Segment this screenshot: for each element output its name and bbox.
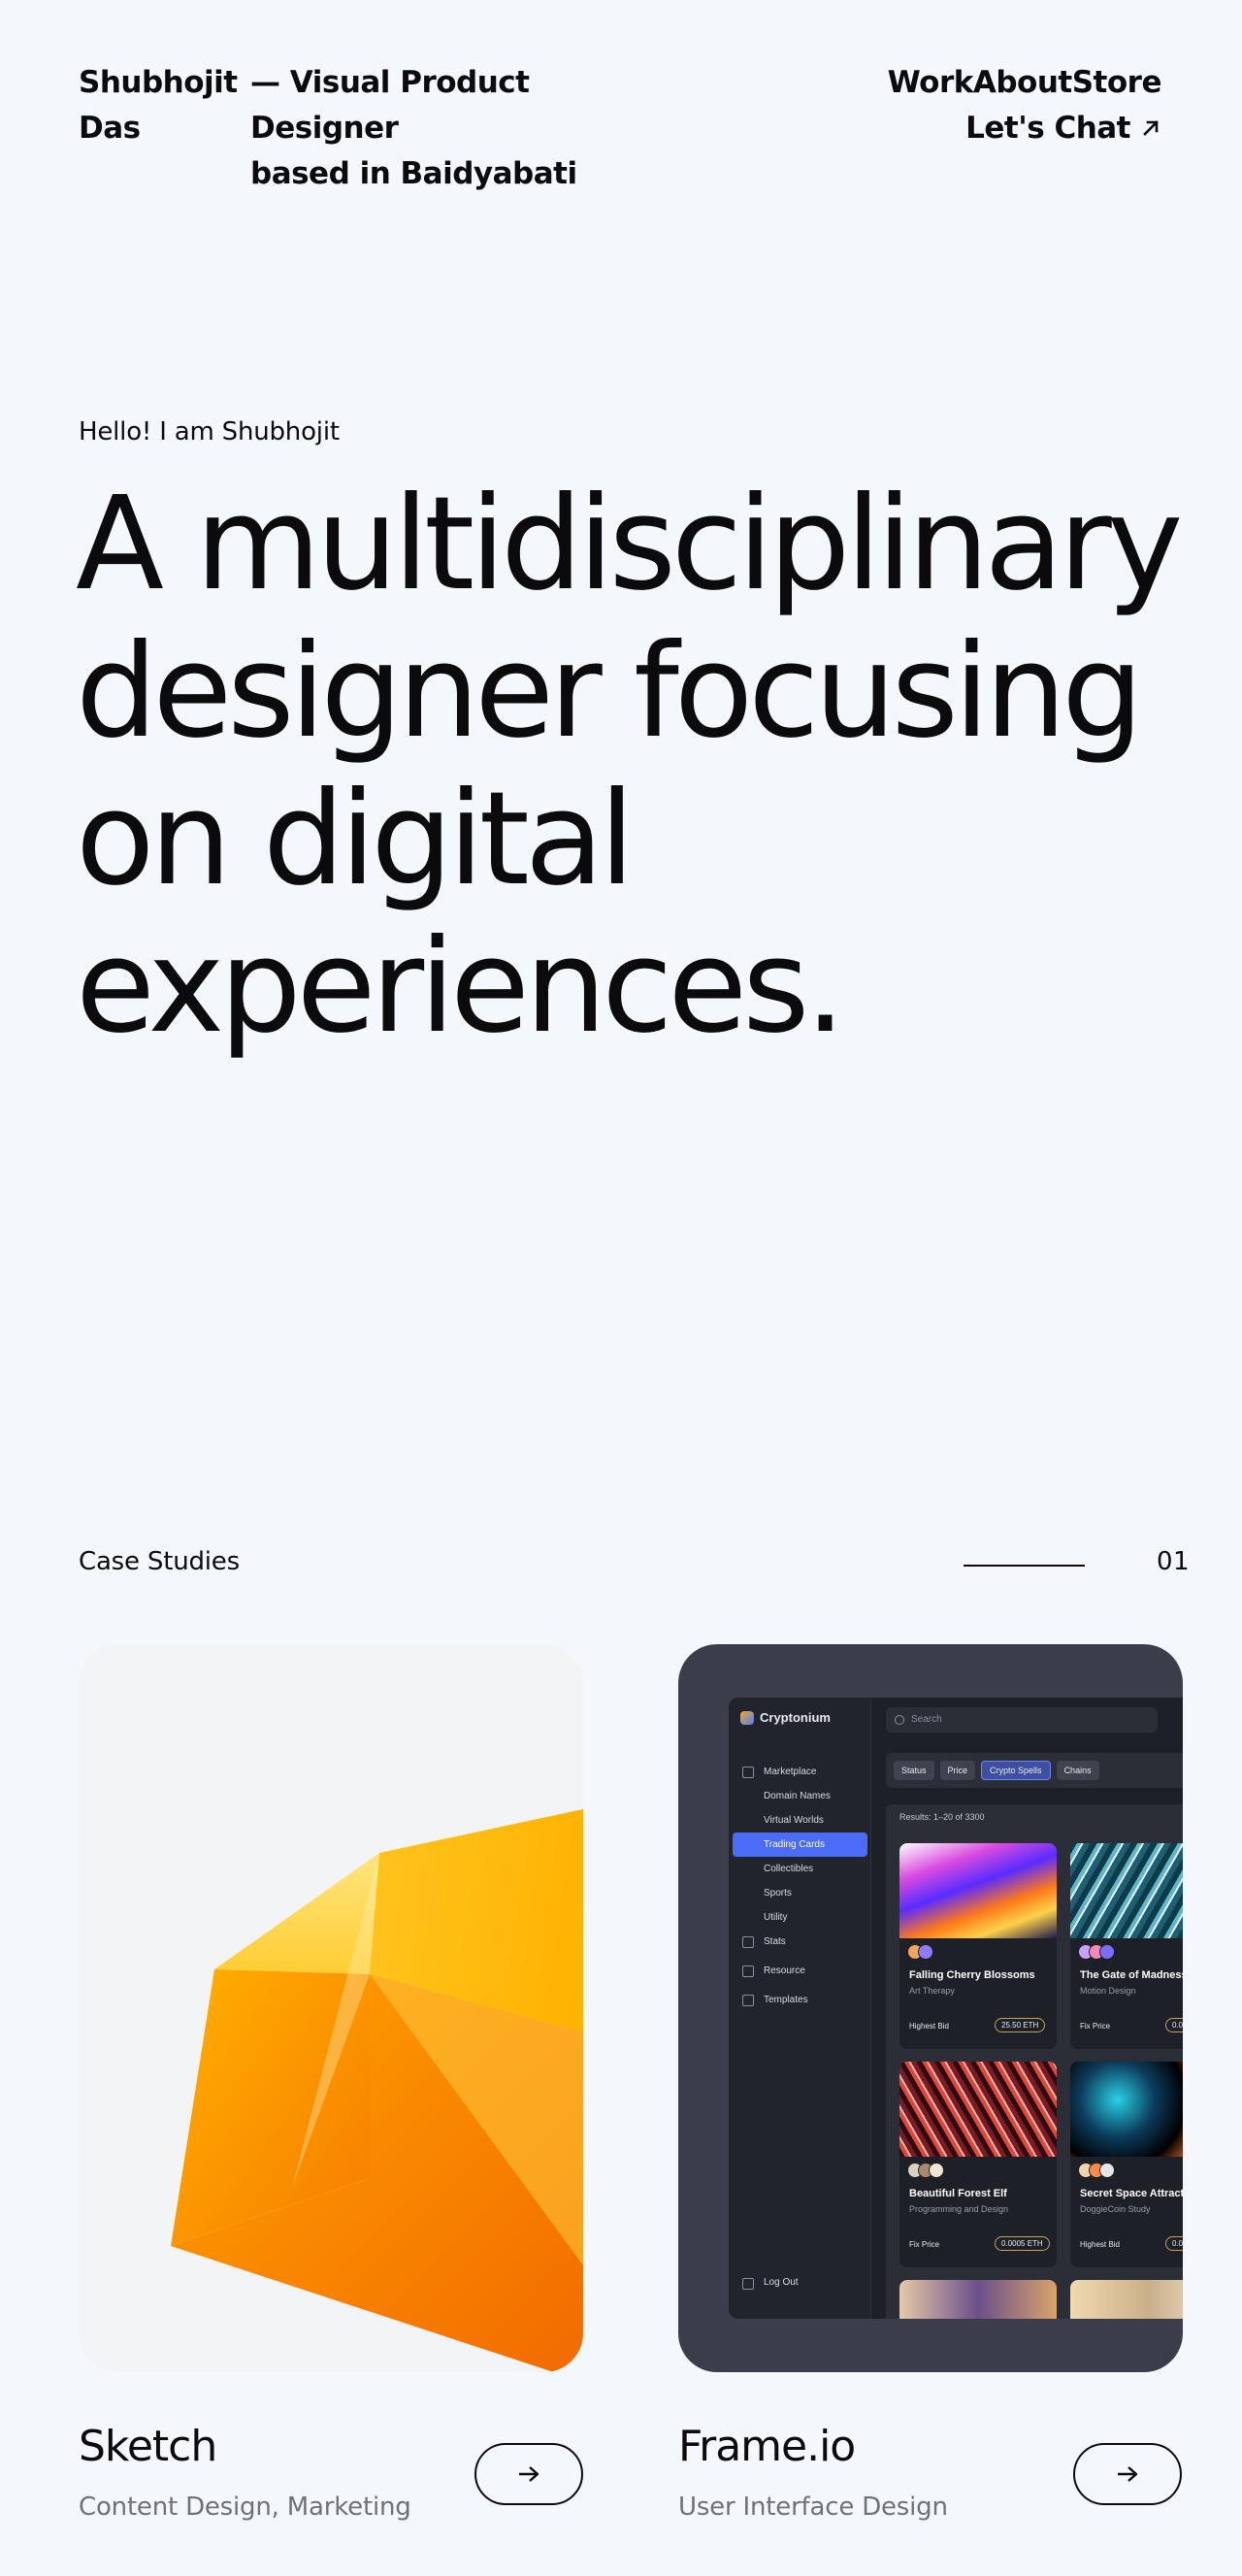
mock-logo-icon <box>740 1710 754 1725</box>
open-sketch-case-study-button[interactable] <box>474 2443 583 2505</box>
mock-nav: Marketplace Domain Names Virtual Worlds … <box>729 1760 871 2012</box>
nft-subtitle: Programming and Design <box>909 2204 1009 2214</box>
case-study-subtitle-frameio: User Interface Design <box>678 2493 948 2522</box>
nft-price: 0.0 <box>1165 2018 1183 2032</box>
mock-filter-status: Status <box>894 1761 934 1780</box>
mock-nav-stats: Stats <box>729 1930 871 1954</box>
avatar-group <box>907 1944 933 1960</box>
case-study-card-frameio[interactable]: Cryptonium Marketplace Domain Names Virt… <box>678 1644 1183 2372</box>
mock-results: Results: 1–20 of 3300 Falling Cherry Blo… <box>886 1804 1183 2319</box>
nav-chat-label: Let's Chat <box>965 111 1130 146</box>
nft-title: Secret Space Attraction <box>1080 2188 1183 2199</box>
mock-nav-collectibles: Collectibles <box>764 1864 814 1874</box>
arrow-right-icon <box>519 2466 539 2482</box>
nft-title: Beautiful Forest Elf <box>909 2188 1007 2199</box>
site-brand-name[interactable]: Shubhojit Das <box>79 60 238 151</box>
case-study-title-frameio: Frame.io <box>678 2422 856 2471</box>
mock-nft-card: The Gate of Madness Motion Design Fix Pr… <box>1070 1843 1183 2049</box>
mock-brand: Cryptonium <box>760 1710 831 1725</box>
mock-nav-sports: Sports <box>764 1888 792 1899</box>
arrow-right-icon <box>1118 2466 1138 2482</box>
case-study-card-sketch[interactable] <box>79 1644 583 2372</box>
case-study-title-sketch: Sketch <box>79 2422 217 2471</box>
tagline-line1: — Visual Product Designer <box>250 65 530 146</box>
nft-art-partial <box>1070 2280 1183 2319</box>
mock-filter-chains: Chains <box>1056 1761 1099 1780</box>
avatar-group <box>1078 1944 1115 1960</box>
nav-link-about[interactable]: About <box>973 60 1072 106</box>
nft-art <box>899 1843 1057 1938</box>
mock-filters: Status Price Crypto Spells Chains <box>886 1753 1183 1788</box>
mock-logo: Cryptonium <box>740 1710 831 1725</box>
nft-art <box>1070 2062 1183 2157</box>
mock-search: Search <box>886 1707 1158 1733</box>
arrow-up-right-icon <box>1143 120 1159 136</box>
case-studies-index: 01 <box>1157 1547 1191 1576</box>
mock-nav-virtual-worlds: Virtual Worlds <box>764 1815 824 1826</box>
nft-title: Falling Cherry Blossoms <box>909 1969 1035 1981</box>
nft-price-type: Fix Price <box>909 2240 940 2249</box>
dashboard-mockup: Cryptonium Marketplace Domain Names Virt… <box>729 1698 1183 2319</box>
main-nav: Work About Store Let's Chat <box>735 60 1162 151</box>
avatar-group <box>1078 2163 1115 2178</box>
nav-link-chat[interactable]: Let's Chat <box>735 106 1161 151</box>
nft-subtitle: Motion Design <box>1080 1986 1136 1996</box>
mock-nav-resource: Resource <box>729 1959 871 1983</box>
nft-art <box>1070 1843 1183 1938</box>
mock-nav-trading-cards: Trading Cards <box>733 1833 867 1857</box>
nft-price-type: Fix Price <box>1080 2022 1111 2031</box>
case-study-subtitle-sketch: Content Design, Marketing <box>79 2493 411 2522</box>
case-studies-heading: Case Studies <box>79 1547 240 1576</box>
mock-nav-templates: Templates <box>729 1988 871 2012</box>
mock-filter-crypto-spells: Crypto Spells <box>981 1761 1051 1780</box>
tagline-line2: based in Baidyabati <box>250 156 577 191</box>
nft-price: 0.0005 ETH <box>995 2236 1050 2251</box>
nft-title: The Gate of Madness <box>1080 1969 1183 1981</box>
mock-results-count: Results: 1–20 of 3300 <box>899 1812 985 1822</box>
nav-link-work[interactable]: Work <box>888 60 974 106</box>
mock-nav-marketplace: Marketplace <box>729 1760 871 1784</box>
nav-link-store[interactable]: Store <box>1072 60 1162 106</box>
site-header: Shubhojit Das — Visual Product Designer … <box>79 60 1181 206</box>
mock-nft-card: Secret Space Attraction DoggieCoin Study… <box>1070 2062 1183 2267</box>
nft-subtitle: Art Therapy <box>909 1986 955 1996</box>
open-frameio-case-study-button[interactable] <box>1073 2443 1182 2505</box>
site-tagline: — Visual Product Designer based in Baidy… <box>250 60 580 197</box>
mock-filter-price: Price <box>939 1761 976 1780</box>
section-divider <box>964 1565 1085 1567</box>
sketch-diamond-logo <box>171 1809 583 2372</box>
nft-price: 25.50 ETH <box>995 2018 1046 2032</box>
mock-nft-card: Falling Cherry Blossoms Art Therapy High… <box>899 1843 1057 2049</box>
nft-price: 0.0 <box>1165 2236 1183 2251</box>
hero-headline: A multidisciplinary designer focusing on… <box>76 470 1183 1062</box>
nft-subtitle: DoggieCoin Study <box>1080 2204 1151 2214</box>
nft-price-type: Highest Bid <box>1080 2240 1120 2249</box>
nft-art <box>899 2062 1057 2157</box>
mock-nav-utility: Utility <box>764 1912 788 1923</box>
nft-price-type: Highest Bid <box>909 2022 949 2031</box>
avatar-group <box>907 2163 944 2178</box>
nft-art-partial <box>899 2280 1057 2319</box>
mock-sidebar: Cryptonium Marketplace Domain Names Virt… <box>729 1698 871 2319</box>
mock-nav-domain-names: Domain Names <box>764 1791 831 1801</box>
mock-nft-card: Beautiful Forest Elf Programming and Des… <box>899 2062 1057 2267</box>
mock-logout: Log Out <box>742 2277 799 2290</box>
hero-greeting: Hello! I am Shubhojit <box>79 417 340 446</box>
